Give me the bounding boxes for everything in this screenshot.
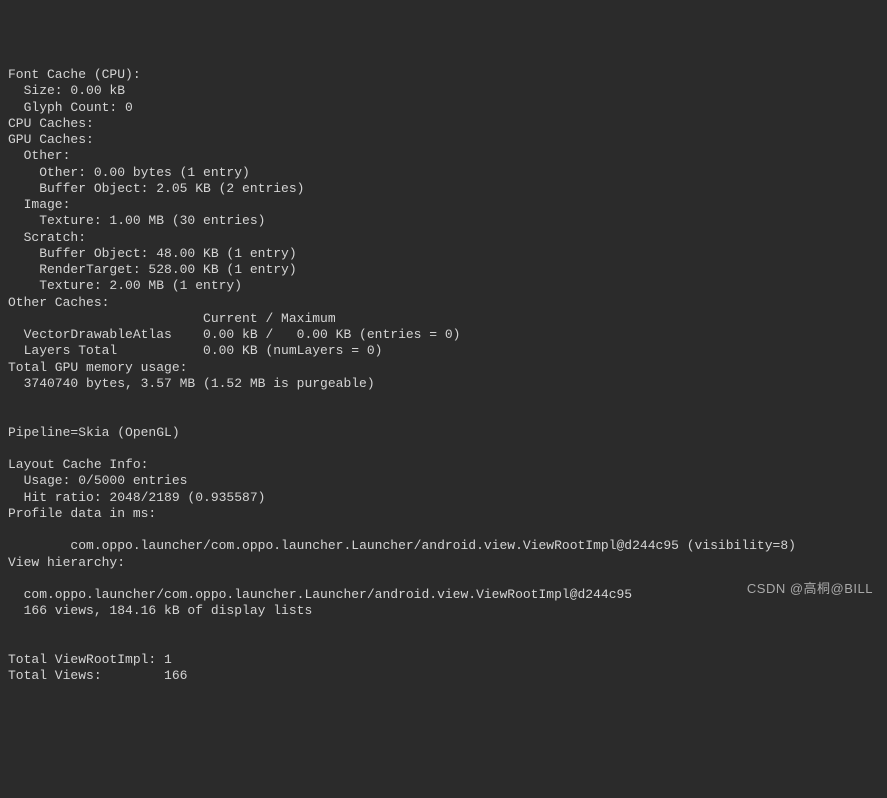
terminal-line: Size: 0.00 kB <box>8 83 887 99</box>
terminal-line: Total GPU memory usage: <box>8 360 887 376</box>
terminal-line: GPU Caches: <box>8 132 887 148</box>
terminal-line: 166 views, 184.16 kB of display lists <box>8 603 887 619</box>
terminal-line: Current / Maximum <box>8 311 887 327</box>
terminal-line: Pipeline=Skia (OpenGL) <box>8 425 887 441</box>
terminal-line: Buffer Object: 2.05 KB (2 entries) <box>8 181 887 197</box>
terminal-line: Layout Cache Info: <box>8 457 887 473</box>
terminal-line: Buffer Object: 48.00 KB (1 entry) <box>8 246 887 262</box>
terminal-line: Layers Total 0.00 KB (numLayers = 0) <box>8 343 887 359</box>
terminal-line: Texture: 1.00 MB (30 entries) <box>8 213 887 229</box>
terminal-line: Total ViewRootImpl: 1 <box>8 652 887 668</box>
terminal-line: Total Views: 166 <box>8 668 887 684</box>
terminal-line: CPU Caches: <box>8 116 887 132</box>
terminal-line <box>8 441 887 457</box>
terminal-line: Scratch: <box>8 230 887 246</box>
terminal-line: VectorDrawableAtlas 0.00 kB / 0.00 KB (e… <box>8 327 887 343</box>
terminal-line: Hit ratio: 2048/2189 (0.935587) <box>8 490 887 506</box>
terminal-line: Glyph Count: 0 <box>8 100 887 116</box>
terminal-line: Other: <box>8 148 887 164</box>
terminal-line: Other Caches: <box>8 295 887 311</box>
terminal-line: 3740740 bytes, 3.57 MB (1.52 MB is purge… <box>8 376 887 392</box>
terminal-line: Usage: 0/5000 entries <box>8 473 887 489</box>
terminal-line: Other: 0.00 bytes (1 entry) <box>8 165 887 181</box>
terminal-line <box>8 522 887 538</box>
terminal-line <box>8 408 887 424</box>
watermark-label: CSDN @高桐@BILL <box>747 581 873 597</box>
terminal-line: Profile data in ms: <box>8 506 887 522</box>
terminal-line: RenderTarget: 528.00 KB (1 entry) <box>8 262 887 278</box>
terminal-line: com.oppo.launcher/com.oppo.launcher.Laun… <box>8 538 887 554</box>
terminal-line <box>8 636 887 652</box>
terminal-line: View hierarchy: <box>8 555 887 571</box>
terminal-line: Texture: 2.00 MB (1 entry) <box>8 278 887 294</box>
terminal-line <box>8 620 887 636</box>
terminal-line <box>8 392 887 408</box>
terminal-line: Image: <box>8 197 887 213</box>
terminal-line: Font Cache (CPU): <box>8 67 887 83</box>
